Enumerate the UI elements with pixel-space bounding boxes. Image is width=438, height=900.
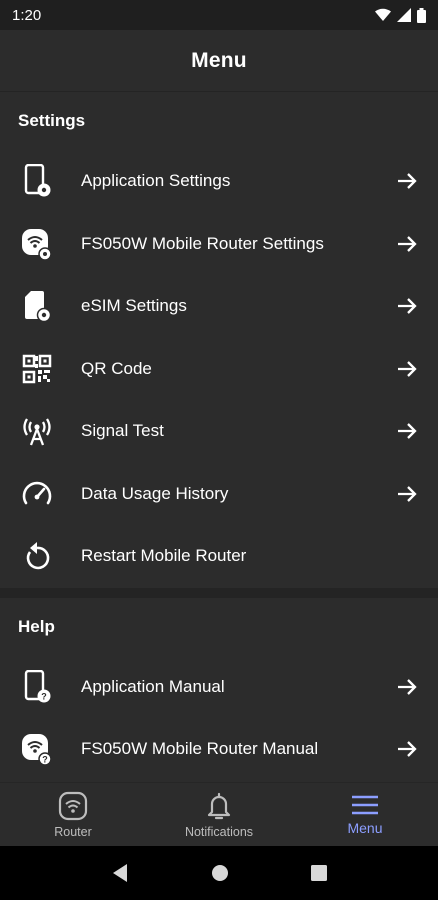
- menu-item-router-manual[interactable]: ? FS050W Mobile Router Manual: [0, 718, 438, 781]
- router-gear-icon: [18, 225, 56, 263]
- qr-code-icon: [18, 350, 56, 388]
- svg-text:?: ?: [42, 755, 48, 765]
- menu-item-label: Application Manual: [81, 676, 225, 696]
- home-icon[interactable]: [211, 864, 229, 882]
- svg-text:?: ?: [41, 691, 47, 701]
- tab-notifications[interactable]: Notifications: [146, 783, 292, 846]
- restart-icon: [18, 537, 56, 575]
- recents-icon[interactable]: [311, 865, 327, 881]
- wifi-status-icon: [375, 8, 391, 21]
- sim-gear-icon: [18, 287, 56, 325]
- app-header: Menu: [0, 30, 438, 92]
- hamburger-icon: [352, 795, 378, 814]
- section-title-help: Help: [18, 616, 55, 636]
- arrow-right-icon: [396, 483, 418, 505]
- tab-menu[interactable]: Menu: [292, 783, 438, 846]
- bell-icon: [207, 792, 231, 819]
- arrow-right-icon: [396, 233, 418, 255]
- tab-router[interactable]: Router: [0, 783, 146, 846]
- bottom-nav: Router Notifications Menu: [0, 782, 438, 846]
- menu-item-label: eSIM Settings: [81, 296, 187, 316]
- arrow-right-icon: [396, 358, 418, 380]
- arrow-right-icon: [396, 170, 418, 192]
- menu-item-label: Application Settings: [81, 171, 231, 191]
- menu-item-label: QR Code: [81, 358, 152, 378]
- router-wifi-icon: [58, 791, 88, 820]
- help-section: Help ? Application Manual ? FS050W Mobil…: [0, 587, 438, 781]
- tab-label: Menu: [347, 819, 383, 836]
- menu-content[interactable]: Settings Application Settings FS050W Mob…: [0, 92, 438, 782]
- status-icons: [375, 7, 426, 23]
- tab-label: Notifications: [184, 824, 254, 839]
- menu-item-esim-settings[interactable]: eSIM Settings: [0, 275, 438, 338]
- menu-item-label: Data Usage History: [81, 483, 229, 503]
- antenna-icon: [18, 412, 56, 450]
- menu-item-application-settings[interactable]: Application Settings: [0, 150, 438, 213]
- arrow-right-icon: [396, 420, 418, 442]
- cell-signal-icon: [397, 8, 411, 22]
- menu-item-signal-test[interactable]: Signal Test: [0, 400, 438, 463]
- back-icon[interactable]: [111, 863, 129, 883]
- page-title: Menu: [191, 48, 247, 72]
- arrow-right-icon: [396, 295, 418, 317]
- arrow-right-icon: [396, 676, 418, 698]
- menu-item-label: FS050W Mobile Router Manual: [81, 739, 319, 759]
- status-bar: 1:20: [0, 0, 438, 30]
- gauge-icon: [18, 475, 56, 513]
- tab-label: Router: [54, 824, 92, 839]
- menu-item-application-manual[interactable]: ? Application Manual: [0, 656, 438, 719]
- menu-item-restart-router[interactable]: Restart Mobile Router: [0, 525, 438, 588]
- menu-item-qr-code[interactable]: QR Code: [0, 338, 438, 401]
- router-help-icon: ?: [18, 730, 56, 768]
- phone-gear-icon: [18, 162, 56, 200]
- menu-item-label: Signal Test: [81, 421, 164, 441]
- settings-section: Settings Application Settings FS050W Mob…: [0, 92, 438, 588]
- menu-item-router-settings[interactable]: FS050W Mobile Router Settings: [0, 213, 438, 276]
- status-time: 1:20: [12, 6, 42, 24]
- battery-icon: [417, 7, 426, 23]
- phone-help-icon: ?: [18, 668, 56, 706]
- system-nav-bar: [0, 846, 438, 900]
- menu-item-label: Restart Mobile Router: [81, 546, 247, 566]
- menu-item-label: FS050W Mobile Router Settings: [81, 233, 324, 253]
- menu-item-data-usage-history[interactable]: Data Usage History: [0, 463, 438, 526]
- section-title-settings: Settings: [18, 111, 86, 130]
- arrow-right-icon: [396, 738, 418, 760]
